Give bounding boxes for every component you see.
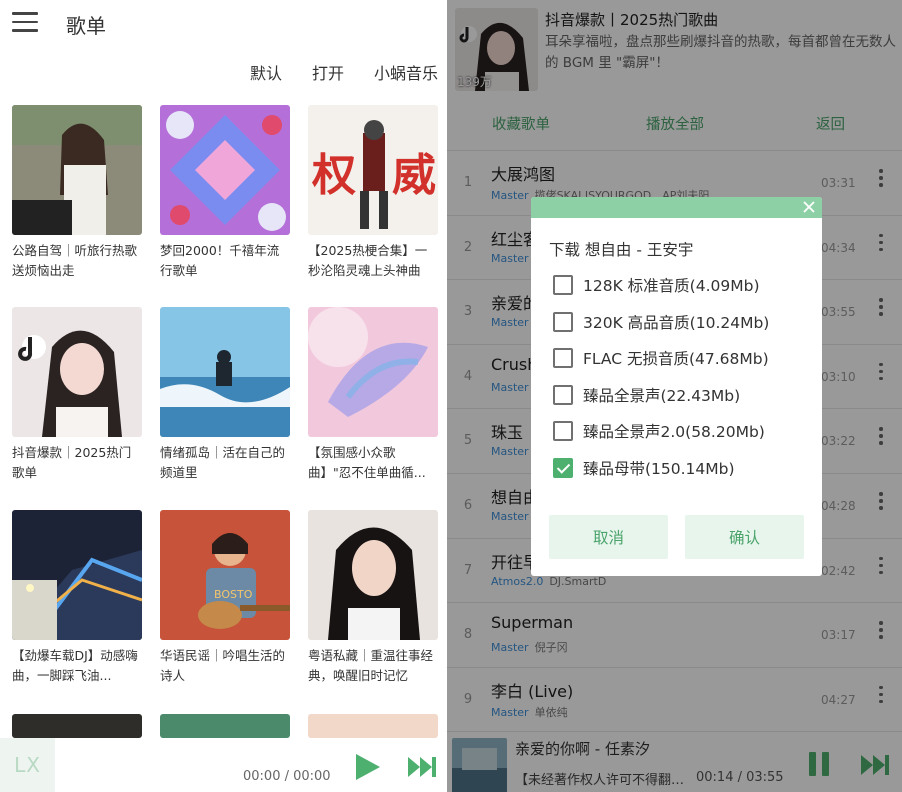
playlist-card[interactable]: 公路自驾｜听旅行热歌送烦恼出走 bbox=[12, 105, 142, 281]
playlist-card[interactable]: BOSTO 华语民谣｜吟唱生活的诗人 bbox=[160, 510, 290, 686]
playlist-card[interactable] bbox=[160, 714, 290, 738]
quality-option-label: 臻品全景声(22.43Mb) bbox=[583, 386, 741, 405]
quality-option[interactable]: 128K 标准音质(4.09Mb) bbox=[553, 273, 760, 297]
playlist-card[interactable]: 【劲爆车载DJ】动感嗨曲，一脚踩飞油... bbox=[12, 510, 142, 686]
playlist-card[interactable]: 情绪孤岛｜活在自己的频道里 bbox=[160, 307, 290, 483]
cancel-button[interactable]: 取消 bbox=[549, 515, 668, 559]
playlist-card[interactable]: 抖音爆款｜2025热门歌单 bbox=[12, 307, 142, 483]
mini-player: LX 00:00 / 00:00 bbox=[0, 738, 446, 792]
playlist-card[interactable]: 粤语私藏｜重温往事经典，唤醒旧时记忆 bbox=[308, 510, 438, 686]
playlist-card[interactable] bbox=[308, 714, 438, 738]
quality-option[interactable]: 臻品全景声(22.43Mb) bbox=[553, 383, 740, 407]
quality-option[interactable]: FLAC 无损音质(47.68Mb) bbox=[553, 346, 769, 370]
checkbox[interactable] bbox=[553, 384, 573, 405]
quality-option-label: 臻品全景声2.0(58.20Mb) bbox=[583, 423, 765, 442]
quality-option[interactable]: 臻品全景声2.0(58.20Mb) bbox=[553, 419, 765, 443]
playback-time: 00:00 / 00:00 bbox=[243, 769, 331, 784]
playlist-card[interactable]: 权威 【2025热梗合集】一秒沦陷灵魂上头神曲 bbox=[308, 105, 438, 281]
playlist-detail: 139万 抖音爆款丨2025热门歌曲 耳朵享福啦，盘点那些刷爆抖音的热歌，每首都… bbox=[447, 0, 902, 792]
playlist-card[interactable]: 梦回2000！千禧年流行歌单 bbox=[160, 105, 290, 281]
tab-open[interactable]: 打开 bbox=[312, 60, 344, 84]
quality-option-label: 臻品母带(150.14Mb) bbox=[583, 460, 735, 478]
checkbox[interactable] bbox=[553, 275, 573, 295]
page-title: 歌单 bbox=[66, 14, 106, 38]
download-dialog: 下载 想自由 - 王安宇 128K 标准音质(4.09Mb) 320K 高品音质(… bbox=[531, 197, 822, 576]
svg-text:威: 威 bbox=[392, 150, 436, 201]
tab-default[interactable]: 默认 bbox=[250, 60, 282, 84]
playlist-cover bbox=[308, 307, 438, 437]
quality-option-label: 320K 高品音质(10.24Mb) bbox=[583, 313, 770, 332]
dialog-title-bar bbox=[531, 197, 822, 218]
confirm-button[interactable]: 确认 bbox=[685, 515, 804, 559]
source-tabs: 默认 打开 小蜗音乐 bbox=[250, 60, 438, 84]
playlist-cover: 权威 bbox=[308, 105, 438, 235]
next-track-icon[interactable] bbox=[406, 754, 438, 780]
svg-text:BOSTO: BOSTO bbox=[214, 588, 253, 601]
checkbox[interactable] bbox=[553, 458, 573, 478]
dialog-title: 下载 想自由 - 王安宇 bbox=[549, 241, 694, 259]
tab-source[interactable]: 小蜗音乐 bbox=[374, 60, 438, 84]
quality-option[interactable]: 320K 高品音质(10.24Mb) bbox=[553, 310, 769, 334]
quality-option[interactable]: 臻品母带(150.14Mb) bbox=[553, 456, 735, 480]
playlist-card[interactable] bbox=[12, 714, 142, 738]
quality-option-label: FLAC 无损音质(47.68Mb) bbox=[583, 350, 769, 369]
checkbox[interactable] bbox=[553, 348, 573, 369]
playlist-cover bbox=[308, 714, 438, 738]
play-icon[interactable] bbox=[352, 752, 382, 782]
checkbox[interactable] bbox=[553, 311, 573, 332]
playlist-cover bbox=[160, 105, 290, 235]
app-logo[interactable]: LX bbox=[0, 738, 55, 792]
playlist-cover bbox=[12, 105, 142, 235]
top-bar: 歌单 bbox=[0, 0, 446, 50]
menu-icon[interactable] bbox=[12, 12, 38, 34]
playlist-browser: 歌单 默认 打开 小蜗音乐 公路自驾｜听旅行热歌送烦恼出走 梦回2000！千禧年… bbox=[0, 0, 446, 792]
checkbox[interactable] bbox=[553, 421, 573, 442]
close-icon[interactable] bbox=[800, 198, 818, 216]
playlist-cover bbox=[12, 307, 142, 437]
playlist-cover bbox=[160, 307, 290, 437]
playlist-card[interactable]: 【氛围感小众歌曲】"忍不住单曲循... bbox=[308, 307, 438, 483]
playlist-cover bbox=[12, 510, 142, 640]
playlist-cover bbox=[308, 510, 438, 640]
playlist-cover bbox=[12, 714, 142, 738]
playlist-cover: BOSTO bbox=[160, 510, 290, 640]
quality-option-label: 128K 标准音质(4.09Mb) bbox=[583, 277, 760, 295]
playlist-cover bbox=[160, 714, 290, 738]
svg-text:权: 权 bbox=[311, 150, 356, 201]
